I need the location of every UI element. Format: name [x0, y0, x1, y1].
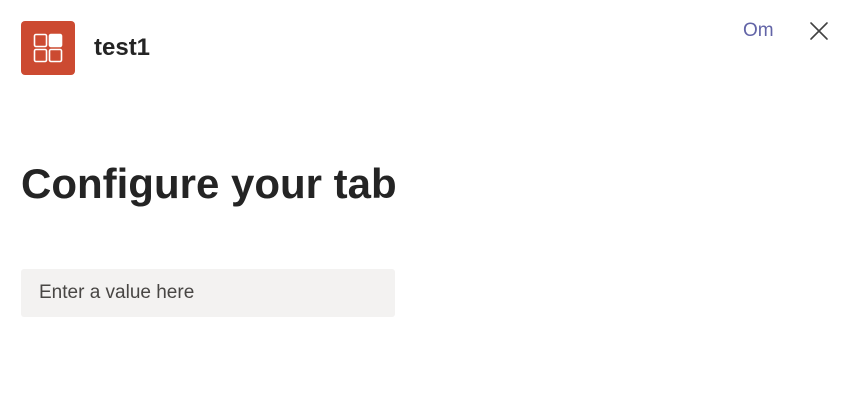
value-input[interactable]: [21, 269, 395, 317]
app-grid-icon-glyph: [33, 33, 63, 63]
close-button[interactable]: [806, 18, 832, 44]
app-name: test1: [94, 34, 151, 61]
page-title: Configure your tab: [21, 160, 397, 207]
close-icon: [810, 22, 828, 40]
app-grid-icon: [21, 21, 75, 75]
dialog-header: test1: [21, 21, 150, 75]
configure-tab-dialog: test1 Om Configure your tab: [0, 0, 850, 400]
about-link[interactable]: Om: [743, 19, 774, 43]
